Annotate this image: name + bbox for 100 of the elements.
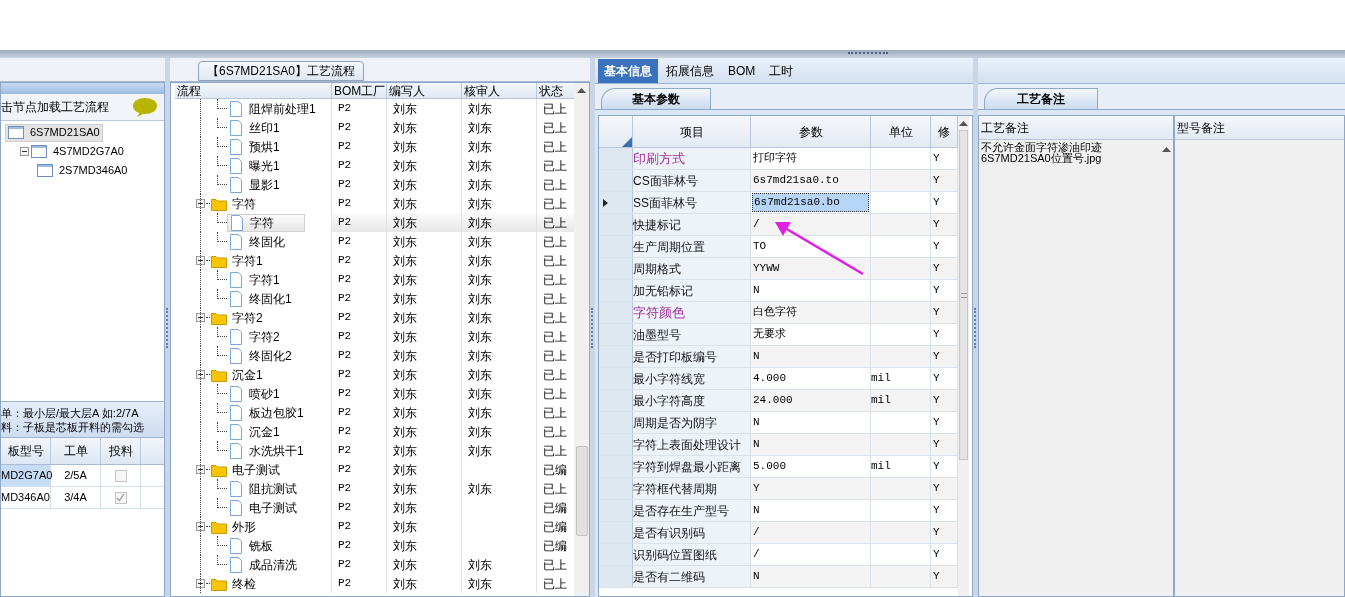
step-item[interactable]: 字符1 — [227, 270, 282, 289]
scroll-up-icon[interactable] — [1161, 146, 1171, 152]
grid-row[interactable]: 是否存在生产型号 N Y — [599, 500, 958, 522]
grid-row[interactable]: 是否有二维码 N Y — [599, 566, 958, 588]
step-item[interactable]: 电子测试 — [227, 498, 299, 517]
value-cell[interactable]: 4.000 — [752, 369, 869, 388]
stage-label[interactable]: 字符1 — [232, 251, 263, 270]
tab[interactable]: 基本信息 — [598, 59, 658, 83]
step-item[interactable]: 丝印1 — [227, 118, 282, 137]
value-cell[interactable]: 5.000 — [752, 457, 869, 476]
scrollbar-thumb[interactable] — [575, 446, 588, 536]
sub-tab[interactable]: 工艺备注 — [984, 88, 1098, 109]
collapse-icon[interactable] — [196, 370, 205, 379]
value-cell[interactable]: N — [752, 347, 869, 366]
tree-node[interactable]: 2S7MD346A0 — [35, 161, 130, 180]
column-header[interactable]: 单位 — [871, 116, 931, 147]
value-cell[interactable]: N — [752, 501, 869, 520]
step-item[interactable]: 铣板 — [227, 536, 275, 555]
step-item[interactable]: 字符2 — [227, 327, 282, 346]
step-item[interactable]: 字符 — [227, 213, 305, 232]
grid-row[interactable]: SS面菲林号 6s7md21sa0.bo Y — [599, 192, 958, 214]
grid-row[interactable]: 快捷标记 / Y — [599, 214, 958, 236]
step-item[interactable]: 曝光1 — [227, 156, 282, 175]
column-header[interactable]: 流程 — [175, 83, 332, 98]
grid-row[interactable]: 字符颜色 白色字符 Y — [599, 302, 958, 324]
column-header[interactable]: 编写人 — [387, 83, 462, 98]
value-cell[interactable]: N — [752, 281, 869, 300]
tab[interactable]: 拓展信息 — [660, 59, 720, 83]
collapse-icon[interactable] — [196, 313, 205, 322]
collapse-icon[interactable] — [20, 147, 29, 156]
value-cell[interactable]: / — [752, 523, 869, 542]
collapse-icon[interactable] — [196, 199, 205, 208]
column-header[interactable]: 型号备注 — [1175, 116, 1344, 140]
step-item[interactable]: 沉金1 — [227, 422, 282, 441]
column-header[interactable]: 项目 — [633, 116, 751, 147]
step-item[interactable]: 终固化 — [227, 232, 287, 251]
value-cell[interactable]: Y — [752, 479, 869, 498]
step-item[interactable]: 阻焊前处理1 — [227, 99, 318, 118]
collapse-icon[interactable] — [196, 256, 205, 265]
checkbox[interactable] — [114, 491, 127, 504]
value-cell[interactable]: 24.000 — [752, 391, 869, 410]
stage-label[interactable]: 外形 — [232, 517, 256, 536]
grid-row[interactable]: 周期是否为阴字 N Y — [599, 412, 958, 434]
scrollbar[interactable] — [958, 116, 969, 596]
value-cell[interactable]: / — [752, 545, 869, 564]
stage-label[interactable]: 电子测试 — [232, 460, 280, 479]
step-item[interactable]: 终固化2 — [227, 346, 294, 365]
step-item[interactable]: 终固化1 — [227, 289, 294, 308]
value-cell[interactable]: 6s7md21sa0.bo — [752, 193, 869, 212]
note-field[interactable]: 不允许金面字符渗油印迹 6S7MD21SA0位置号.jpg — [979, 140, 1173, 596]
column-header[interactable]: BOM工厂 — [332, 83, 387, 98]
splitter-bar[interactable] — [0, 50, 1345, 58]
column-header[interactable]: 工艺备注 — [979, 116, 1173, 140]
scroll-up-icon[interactable] — [959, 120, 968, 126]
splitter-handle[interactable] — [847, 52, 888, 55]
value-cell[interactable]: / — [752, 215, 869, 234]
value-cell[interactable]: 打印字符 — [752, 149, 869, 168]
value-cell[interactable]: 无要求 — [752, 325, 869, 344]
tab[interactable]: BOM — [722, 59, 762, 83]
value-cell[interactable]: N — [752, 435, 869, 454]
step-item[interactable]: 成品清洗 — [227, 555, 299, 574]
panel-tab[interactable]: 【6S7MD21SA0】工艺流程 — [198, 61, 365, 81]
grid-row[interactable]: 加无铅标记 N Y — [599, 280, 958, 302]
grid-row[interactable]: 生产周期位置 TO Y — [599, 236, 958, 258]
grid-row[interactable]: 最小字符高度 24.000 mil Y — [599, 390, 958, 412]
tree-node[interactable]: 6S7MD21SA0 — [5, 123, 103, 142]
step-item[interactable]: 显影1 — [227, 175, 282, 194]
stage-label[interactable]: 字符2 — [232, 308, 263, 327]
step-item[interactable]: 喷砂1 — [227, 384, 282, 403]
value-cell[interactable]: 6s7md21sa0.to — [752, 171, 869, 190]
grid-row[interactable]: 是否有识别码 / Y — [599, 522, 958, 544]
value-cell[interactable]: N — [752, 567, 869, 586]
value-cell[interactable]: TO — [752, 237, 869, 256]
column-header[interactable]: 参数 — [751, 116, 871, 147]
collapse-icon[interactable] — [196, 465, 205, 474]
stage-label[interactable]: 字符 — [232, 194, 256, 213]
scroll-up-icon[interactable] — [577, 87, 586, 93]
stage-label[interactable]: 沉金1 — [232, 365, 263, 384]
step-item[interactable]: 预烘1 — [227, 137, 282, 156]
grid-row[interactable]: 周期格式 YYWW Y — [599, 258, 958, 280]
grid-row[interactable]: 字符框代替周期 Y Y — [599, 478, 958, 500]
grid-row[interactable]: 字符上表面处理设计 N Y — [599, 434, 958, 456]
grid-row[interactable]: 识别码位置图纸 / Y — [599, 544, 958, 566]
row-header[interactable] — [599, 192, 633, 213]
grid-row[interactable]: CS面菲林号 6s7md21sa0.to Y — [599, 170, 958, 192]
column-header[interactable]: 投料 — [101, 438, 141, 464]
column-header[interactable]: 板型号 — [1, 438, 51, 464]
step-item[interactable]: 水洗烘干1 — [227, 441, 306, 460]
step-item[interactable]: 阻抗测试 — [227, 479, 299, 498]
column-header[interactable]: 工单 — [51, 438, 101, 464]
tree-node[interactable]: 4S7MD2G7A0 — [29, 142, 126, 161]
grid-row[interactable]: 油墨型号 无要求 Y — [599, 324, 958, 346]
grid-row[interactable]: 是否打印板编号 N Y — [599, 346, 958, 368]
grid-row[interactable]: 印刷方式 打印字符 Y — [599, 148, 958, 170]
select-all-corner-icon[interactable] — [622, 137, 632, 147]
value-cell[interactable]: YYWW — [752, 259, 869, 278]
sub-tab[interactable]: 基本参数 — [601, 88, 711, 109]
grid-row[interactable]: 最小字符线宽 4.000 mil Y — [599, 368, 958, 390]
scrollbar[interactable] — [574, 83, 589, 596]
grid-row[interactable]: 字符到焊盘最小距离 5.000 mil Y — [599, 456, 958, 478]
